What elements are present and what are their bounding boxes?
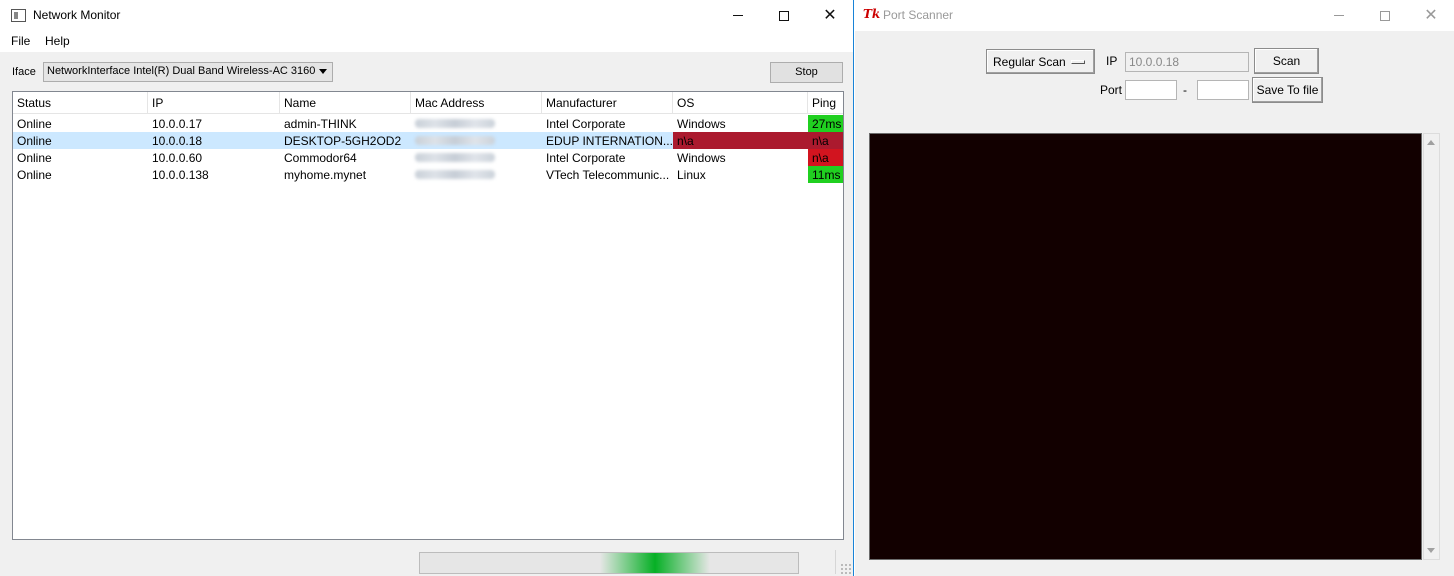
table-row[interactable]: Online 10.0.0.138 myhome.mynet VTech Tel… — [13, 166, 843, 183]
cell-mac-address-redacted — [411, 166, 542, 183]
app-window-icon — [11, 9, 26, 22]
scan-progress-bar — [419, 552, 799, 574]
blurred-mac — [415, 119, 495, 128]
table-row[interactable]: Online 10.0.0.60 Commodor64 Intel Corpor… — [13, 149, 843, 166]
tk-logo-icon: Tk — [863, 7, 881, 21]
scroll-down-icon[interactable] — [1427, 548, 1435, 553]
title-bar[interactable]: Tk Port Scanner ✕ — [855, 0, 1454, 31]
ip-label: IP — [1106, 54, 1118, 68]
resize-grip-icon[interactable] — [840, 563, 851, 574]
port-start-field[interactable] — [1125, 80, 1177, 100]
cell-ping: n\a — [808, 149, 843, 166]
close-button[interactable]: ✕ — [1408, 0, 1454, 31]
maximize-button[interactable] — [761, 0, 807, 31]
minimize-button[interactable] — [715, 0, 761, 31]
scan-button[interactable]: Scan — [1254, 48, 1319, 74]
scan-type-value: Regular Scan — [993, 55, 1066, 69]
maximize-button[interactable] — [1362, 0, 1408, 31]
progress-indicator — [600, 553, 710, 573]
column-header-os[interactable]: OS — [673, 92, 808, 114]
option-menu-indicator-icon — [1071, 60, 1085, 64]
cell-manufacturer: VTech Telecommunic... — [546, 168, 670, 182]
blurred-mac — [415, 136, 495, 145]
cell-name: Commodor64 — [284, 151, 357, 165]
cell-manufacturer: Intel Corporate — [546, 151, 626, 165]
save-to-file-button[interactable]: Save To file — [1252, 77, 1323, 103]
minimize-button[interactable] — [1316, 0, 1362, 31]
column-header-manufacturer[interactable]: Manufacturer — [542, 92, 673, 114]
cell-status: Online — [17, 151, 52, 165]
cell-status: Online — [17, 168, 52, 182]
maximize-icon — [1380, 10, 1390, 21]
minimize-icon — [733, 15, 743, 16]
close-icon: ✕ — [823, 6, 837, 24]
window-title: Port Scanner — [883, 8, 954, 22]
column-header-ping[interactable]: Ping — [808, 92, 843, 114]
table-header: Status IP Name Mac Address Manufacturer … — [13, 92, 843, 114]
cell-ip: 10.0.0.138 — [152, 168, 209, 182]
window-title: Network Monitor — [33, 8, 121, 22]
cell-name: admin-THINK — [284, 117, 357, 131]
cell-os: n\a — [673, 132, 808, 149]
cell-status: Online — [17, 117, 52, 131]
ip-field[interactable] — [1125, 52, 1249, 72]
cell-mac-address-redacted — [411, 132, 542, 149]
cell-os: Windows — [677, 117, 726, 131]
maximize-icon — [779, 10, 789, 21]
stop-button[interactable]: Stop — [770, 62, 843, 83]
iface-dropdown[interactable]: NetworkInterface Intel(R) Dual Band Wire… — [43, 62, 333, 82]
network-monitor-window: Network Monitor ✕ File Help Iface Networ… — [0, 0, 854, 576]
output-scrollbar[interactable] — [1423, 133, 1440, 560]
cell-ip: 10.0.0.60 — [152, 151, 203, 165]
cell-manufacturer: Intel Corporate — [546, 117, 626, 131]
menu-help[interactable]: Help — [45, 34, 70, 48]
cell-os: Linux — [677, 168, 706, 182]
menu-file[interactable]: File — [11, 34, 30, 48]
cell-name: DESKTOP-5GH2OD2 — [284, 134, 402, 148]
cell-manufacturer: EDUP INTERNATION... — [546, 134, 673, 148]
cell-os: Windows — [677, 151, 726, 165]
table-row[interactable]: Online 10.0.0.18 DESKTOP-5GH2OD2 EDUP IN… — [13, 132, 843, 149]
blurred-mac — [415, 170, 495, 179]
column-header-name[interactable]: Name — [280, 92, 411, 114]
cell-status: Online — [17, 134, 52, 148]
close-icon: ✕ — [1424, 6, 1438, 24]
device-table[interactable]: Status IP Name Mac Address Manufacturer … — [12, 91, 844, 540]
column-header-ip[interactable]: IP — [148, 92, 280, 114]
cell-mac-address-redacted — [411, 115, 542, 132]
cell-name: myhome.mynet — [284, 168, 367, 182]
dropdown-arrow-icon — [319, 69, 327, 74]
blurred-mac — [415, 153, 495, 162]
minimize-icon — [1334, 15, 1344, 16]
port-range-separator: - — [1183, 83, 1187, 97]
cell-ping: n\a — [808, 132, 843, 149]
cell-mac-address-redacted — [411, 149, 542, 166]
column-header-mac-address[interactable]: Mac Address — [411, 92, 542, 114]
cell-ip: 10.0.0.18 — [152, 134, 203, 148]
iface-dropdown-value: NetworkInterface Intel(R) Dual Band Wire… — [47, 65, 316, 77]
column-header-status[interactable]: Status — [13, 92, 148, 114]
port-end-field[interactable] — [1197, 80, 1249, 100]
menu-bar: File Help — [0, 31, 853, 52]
port-label: Port — [1100, 83, 1123, 97]
iface-label: Iface — [12, 66, 36, 78]
table-row[interactable]: Online 10.0.0.17 admin-THINK Intel Corpo… — [13, 115, 843, 132]
cell-ping: 27ms — [808, 115, 843, 132]
close-button[interactable]: ✕ — [807, 0, 853, 31]
scan-type-menu[interactable]: Regular Scan — [986, 49, 1095, 74]
scroll-up-icon[interactable] — [1427, 140, 1435, 145]
status-separator — [835, 550, 836, 574]
cell-ping: 11ms — [808, 166, 843, 183]
scan-output-area[interactable] — [869, 133, 1422, 560]
cell-ip: 10.0.0.17 — [152, 117, 203, 131]
port-scanner-window: Tk Port Scanner ✕ Regular Scan IP Scan P… — [855, 0, 1454, 576]
title-bar[interactable]: Network Monitor ✕ — [0, 0, 853, 31]
